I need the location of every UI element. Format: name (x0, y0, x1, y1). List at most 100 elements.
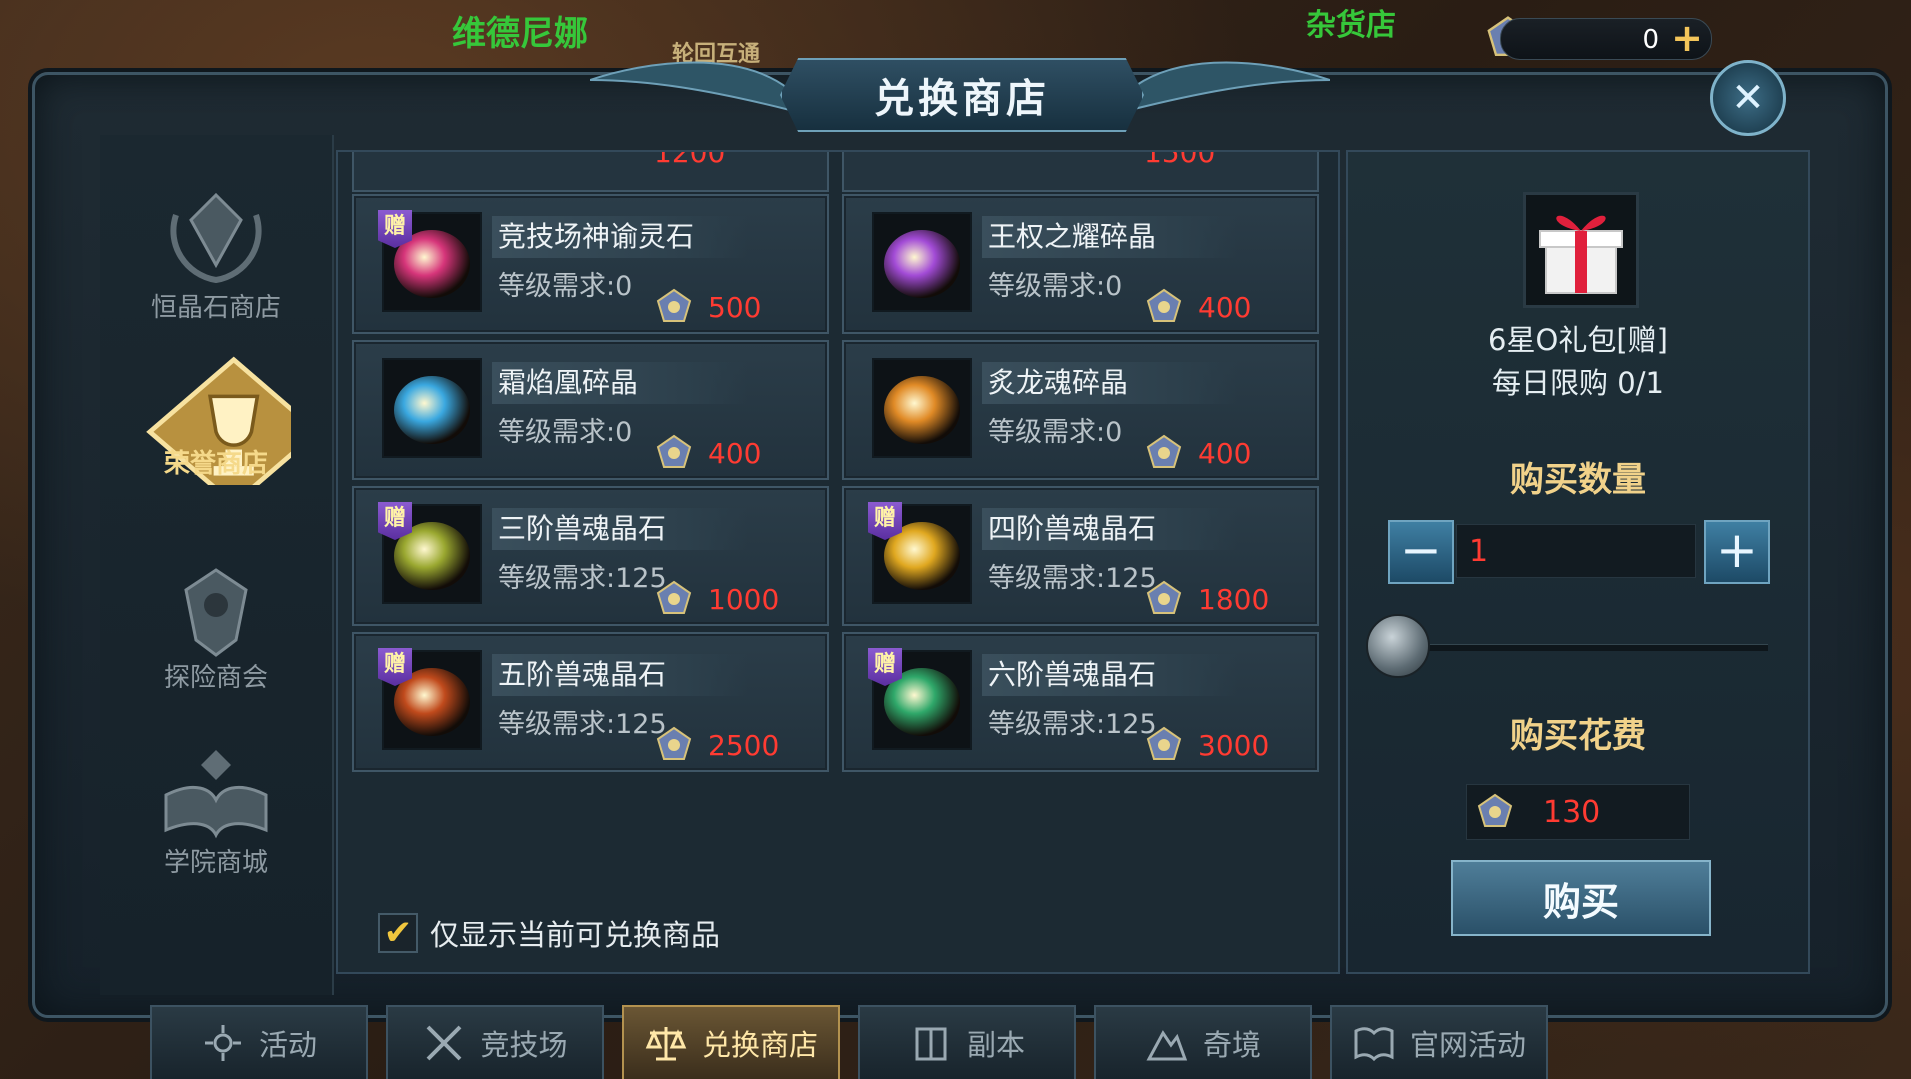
quantity-slider-knob[interactable] (1366, 614, 1430, 678)
quantity-heading: 购买数量 (1510, 460, 1646, 500)
tab-gate[interactable]: 副本 (858, 1005, 1076, 1079)
item-price-value: 3000 (1198, 728, 1270, 762)
filter-row: ✔ 仅显示当前可兑换商品 (378, 912, 720, 954)
item-price: 400 (1144, 432, 1251, 474)
tab-label: 活动 (258, 1028, 317, 1062)
currency-value: 0 (1642, 25, 1659, 55)
checkmark-icon: ✔ (383, 913, 413, 953)
item-card[interactable]: 赠 四阶兽魂晶石 等级需求:125 1800 (842, 486, 1319, 626)
cost-display: 130 (1466, 784, 1690, 840)
item-price: 400 (654, 432, 761, 474)
item-name: 三阶兽魂晶石 (492, 508, 748, 550)
nav-item-crystal-shop[interactable]: 恒晶石商店 (100, 185, 332, 345)
book-emblem-icon (164, 750, 268, 839)
nav-label: 恒晶石商店 (150, 293, 281, 323)
item-name: 炙龙魂碎晶 (982, 362, 1238, 404)
window-title: 兑换商店 (874, 75, 1050, 122)
nav-label: 学院商城 (163, 848, 268, 878)
gift-bonus-badge: 赠 (868, 502, 902, 540)
item-level-requirement: 等级需求:125 (988, 709, 1157, 740)
scales-icon (645, 1027, 687, 1061)
item-price-value: 400 (1198, 436, 1252, 470)
decrease-quantity-button[interactable]: − (1388, 520, 1454, 584)
gate-icon (915, 1027, 947, 1061)
item-price: 1800 (1144, 578, 1269, 620)
tab-label: 官网活动 (1409, 1028, 1526, 1062)
bottom-tab-bar: 活动 竞技场 兑换商店 副本 奇境 官网活动 (150, 1005, 1548, 1079)
nav-item-honor-shop[interactable]: 荣誉商店 (100, 355, 332, 515)
filter-label: 仅显示当前可兑换商品 (430, 918, 721, 952)
quantity-slider-track[interactable] (1428, 644, 1768, 651)
item-card[interactable]: 王权之耀碎晶等级需求:0 400 (842, 194, 1319, 334)
partial-card-right: 1500 (842, 152, 1319, 192)
buy-button[interactable]: 购买 (1451, 860, 1711, 936)
item-gem-icon (872, 212, 972, 312)
item-level-requirement: 等级需求:0 (498, 417, 633, 448)
gift-name: 6星O礼包[赠] (1488, 323, 1668, 357)
filter-checkbox[interactable]: ✔ (378, 913, 418, 953)
honor-coin-icon (654, 433, 694, 473)
gift-bonus-badge: 赠 (868, 648, 902, 686)
gift-box-icon (1523, 192, 1639, 308)
partial-card-left: 1200 (352, 152, 829, 192)
tab-crossed-swords[interactable]: 竞技场 (386, 1005, 604, 1079)
item-card[interactable]: 赠 竞技场神谕灵石 等级需求:0 500 (352, 194, 829, 334)
item-level-requirement: 等级需求:125 (498, 563, 667, 594)
item-name: 竞技场神谕灵石 (492, 216, 748, 258)
shop-category-nav: 恒晶石商店 荣誉商店 探险商会 学院商城 (100, 135, 334, 995)
increase-quantity-button[interactable]: + (1704, 520, 1770, 584)
item-grid: 1200 1500 赠 竞技场神谕灵石等级需求:0 500 王权之耀碎晶等级需求:0 4… (336, 150, 1340, 974)
close-button[interactable]: ✕ (1710, 60, 1786, 136)
item-price: 500 (654, 286, 761, 328)
item-card[interactable]: 赠 五阶兽魂晶石等级需求:125 2500 (352, 632, 829, 772)
npc-shop-label: 杂货店 (1306, 8, 1396, 43)
gift-bonus-badge: 赠 (378, 502, 412, 540)
window-title-plate: 兑换商店 (780, 58, 1144, 132)
currency-bar: 0 + (1500, 18, 1712, 60)
nav-item-academy-mall[interactable]: 学院商城 (100, 740, 332, 900)
item-card[interactable]: 赠 三阶兽魂晶石等级需求:125 1000 (352, 486, 829, 626)
item-name: 五阶兽魂晶石 (492, 654, 748, 696)
gear-flower-icon (204, 1025, 241, 1061)
cost-heading: 购买花费 (1510, 716, 1646, 756)
tab-label: 兑换商店 (701, 1028, 818, 1062)
item-level-requirement: 等级需求:0 (498, 271, 633, 302)
honor-coin-icon (1475, 792, 1515, 832)
item-card[interactable]: 霜焰凰碎晶 等级需求:0 400 (352, 340, 829, 480)
item-name: 四阶兽魂晶石 (982, 508, 1238, 550)
tab-gear-flower[interactable]: 活动 (150, 1005, 368, 1079)
tab-label: 奇境 (1202, 1028, 1261, 1062)
tab-scales[interactable]: 兑换商店 (622, 1005, 840, 1079)
honor-coin-icon (1144, 579, 1184, 619)
item-price-value: 400 (1198, 290, 1252, 324)
item-price: 3000 (1144, 724, 1269, 766)
close-icon: ✕ (1731, 75, 1765, 121)
item-price-value: 1000 (708, 582, 780, 616)
partial-price: 1200 (654, 152, 726, 169)
item-card[interactable]: 炙龙魂碎晶 等级需求:0 400 (842, 340, 1319, 480)
gift-bonus-badge: 赠 (378, 648, 412, 686)
tab-mountain[interactable]: 奇境 (1094, 1005, 1312, 1079)
item-level-requirement: 等级需求:125 (498, 709, 667, 740)
daily-limit: 每日限购 0/1 (1492, 366, 1664, 400)
nav-item-adventure-guild[interactable]: 探险商会 (100, 555, 332, 715)
tab-book-open[interactable]: 官网活动 (1330, 1005, 1548, 1079)
tab-label: 副本 (966, 1028, 1025, 1062)
item-level-requirement: 等级需求:0 (988, 271, 1123, 302)
honor-coin-icon (1144, 725, 1184, 765)
right-wing-ornament-icon (1130, 61, 1330, 112)
partial-price: 1500 (1144, 152, 1216, 169)
mountain-icon (1146, 1030, 1188, 1061)
crossed-swords-icon (427, 1025, 462, 1061)
item-card[interactable]: 赠 六阶兽魂晶石 等级需求:125 3000 (842, 632, 1319, 772)
quantity-input[interactable]: 1 (1456, 524, 1696, 578)
honor-coin-icon (654, 725, 694, 765)
item-name: 王权之耀碎晶 (982, 216, 1238, 258)
purchase-detail-panel: 6星O礼包[赠] 每日限购 0/1 购买数量 − 1 + 购买花费 130 购买 (1346, 150, 1810, 974)
item-price-value: 500 (708, 290, 762, 324)
item-gem-icon (872, 358, 972, 458)
book-open-icon (1354, 1027, 1394, 1062)
add-currency-plus-icon[interactable]: + (1671, 19, 1703, 57)
cost-value: 130 (1543, 794, 1601, 830)
item-price: 2500 (654, 724, 779, 766)
